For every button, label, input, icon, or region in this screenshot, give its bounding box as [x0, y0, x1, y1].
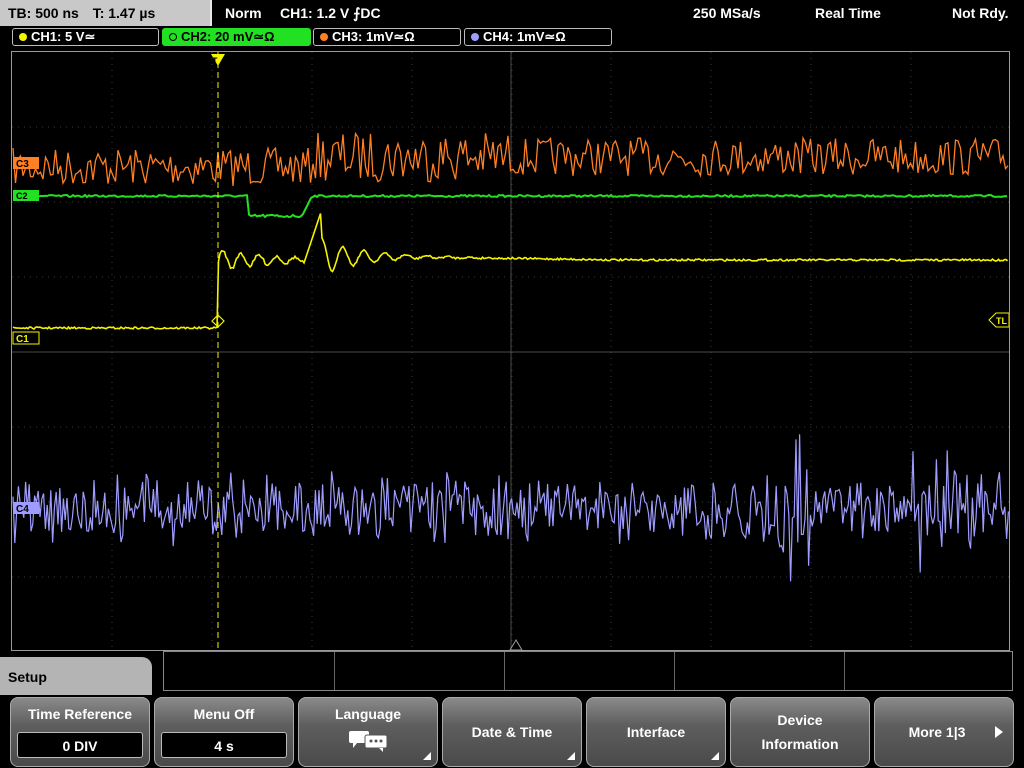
- date-time-button[interactable]: Date & Time: [442, 697, 582, 767]
- submenu-corner-icon: [423, 752, 431, 760]
- menu-off-button[interactable]: Menu Off 4 s: [154, 697, 294, 767]
- next-page-arrow-icon: [995, 726, 1003, 738]
- ch2-waveform: [12, 193, 1008, 219]
- device-information-label-1: Device: [777, 712, 823, 728]
- language-label: Language: [334, 706, 402, 722]
- ch1-label: CH1: 5 V≃: [31, 29, 96, 44]
- channel-tab-ch4[interactable]: CH4: 1mV≃Ω: [464, 28, 612, 46]
- language-button[interactable]: Language: [298, 697, 438, 767]
- acquisition-mode: Real Time: [815, 5, 881, 21]
- waveform-display[interactable]: T C3 C2 C1 C4 TL: [11, 51, 1010, 651]
- ch4-offset-marker[interactable]: C4: [13, 502, 39, 515]
- ch3-label: CH3: 1mV≃Ω: [332, 29, 415, 44]
- ch2-color-dot: [169, 33, 177, 41]
- speech-bubbles-icon: [349, 731, 388, 752]
- timebase-label: TB: 500 ns: [8, 5, 79, 21]
- graticule: [12, 52, 1009, 650]
- submenu-corner-icon: [711, 752, 719, 760]
- channel-tab-ch3[interactable]: CH3: 1mV≃Ω: [313, 28, 461, 46]
- more-button[interactable]: More 1|3: [874, 697, 1014, 767]
- time-reference-label: Time Reference: [27, 706, 132, 722]
- date-time-label: Date & Time: [471, 724, 553, 740]
- trigger-state: Not Rdy.: [952, 5, 1009, 21]
- device-information-label-2: Information: [761, 736, 839, 752]
- info-divider: [844, 652, 845, 690]
- info-divider: [504, 652, 505, 690]
- device-information-button[interactable]: Device Information: [730, 697, 870, 767]
- ch1-waveform: [12, 213, 1009, 330]
- svg-text:C3: C3: [16, 159, 29, 170]
- trigger-t-glyph: T: [212, 56, 218, 66]
- waveform-canvas: T C3 C2 C1 C4 TL: [12, 52, 1009, 650]
- channel-tab-ch2[interactable]: CH2: 20 mV≃Ω: [162, 28, 311, 46]
- trigger-level-marker[interactable]: TL: [988, 312, 1009, 328]
- ch3-color-dot: [320, 33, 328, 41]
- sample-rate: 250 MSa/s: [693, 5, 761, 21]
- menu-title-tab: Setup: [0, 657, 152, 695]
- ch2-offset-marker[interactable]: C2: [13, 190, 39, 201]
- channel-tab-ch1[interactable]: CH1: 5 V≃: [12, 28, 159, 46]
- info-divider: [334, 652, 335, 690]
- status-bar: TB: 500 ns T: 1.47 µs Norm CH1: 1.2 V ⨍D…: [0, 0, 1024, 26]
- menu-title: Setup: [8, 669, 47, 685]
- ch3-offset-marker[interactable]: C3: [13, 157, 39, 170]
- info-divider: [674, 652, 675, 690]
- more-label: More 1|3: [908, 724, 966, 740]
- ch4-color-dot: [471, 33, 479, 41]
- menu-off-value: 4 s: [161, 732, 287, 758]
- ch1-offset-marker[interactable]: C1: [12, 331, 40, 345]
- interface-button[interactable]: Interface: [586, 697, 726, 767]
- ch4-label: CH4: 1mV≃Ω: [483, 29, 566, 44]
- svg-text:C2: C2: [16, 191, 28, 201]
- menu-info-row: [163, 651, 1013, 691]
- submenu-corner-icon: [567, 752, 575, 760]
- trigger-time-label: T: 1.47 µs: [92, 5, 156, 21]
- interface-label: Interface: [626, 724, 686, 740]
- ch2-label: CH2: 20 mV≃Ω: [181, 29, 275, 44]
- timebase-box[interactable]: TB: 500 ns T: 1.47 µs: [0, 0, 212, 26]
- svg-text:C4: C4: [16, 504, 29, 515]
- ch1-color-dot: [19, 33, 27, 41]
- time-reference-button[interactable]: Time Reference 0 DIV: [10, 697, 150, 767]
- svg-text:TL: TL: [996, 316, 1007, 326]
- trigger-source[interactable]: CH1: 1.2 V ⨍DC: [280, 0, 381, 26]
- svg-text:C1: C1: [16, 334, 29, 345]
- time-reference-value: 0 DIV: [17, 732, 143, 758]
- trigger-mode[interactable]: Norm: [225, 0, 262, 26]
- horizontal-position-icon: [509, 639, 523, 650]
- menu-off-label: Menu Off: [193, 706, 255, 722]
